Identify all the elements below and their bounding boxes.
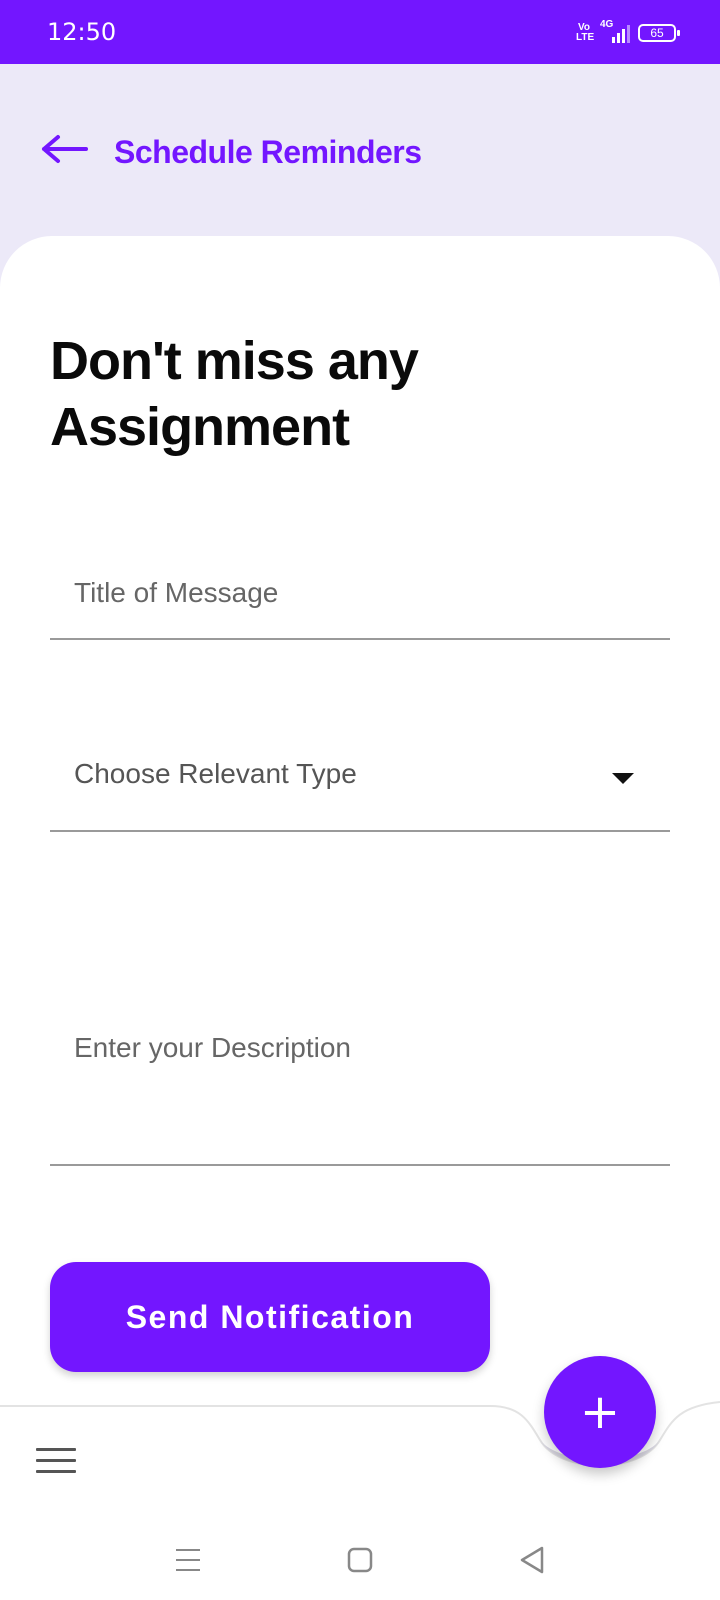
headline: Don't miss any Assignment — [50, 331, 419, 457]
recents-icon — [176, 1549, 200, 1571]
signal-icon: 4G — [600, 19, 630, 43]
battery-icon: 65 — [638, 24, 680, 42]
status-time: 12:50 — [47, 18, 117, 46]
app-bar: Schedule Reminders — [0, 64, 720, 234]
volte-icon: Vo LTE — [576, 22, 595, 43]
dropdown-caret-icon — [612, 773, 634, 784]
network-type: 4G — [600, 19, 614, 30]
add-fab-button[interactable]: + — [544, 1356, 656, 1468]
back-triangle-icon — [520, 1546, 544, 1574]
description-input[interactable] — [50, 1006, 670, 1162]
home-icon — [347, 1547, 373, 1573]
status-icons: Vo LTE 4G 65 — [576, 19, 680, 46]
title-field — [50, 548, 670, 640]
status-bar: 12:50 Vo LTE 4G 65 — [0, 0, 720, 64]
form-card: Don't miss any Assignment Choose Relevan… — [0, 236, 720, 1416]
type-dropdown[interactable]: Choose Relevant Type — [50, 736, 670, 832]
arrow-left-icon — [42, 135, 88, 163]
type-dropdown-value: Choose Relevant Type — [74, 758, 357, 789]
hamburger-menu-icon — [36, 1448, 76, 1451]
page-title: Schedule Reminders — [114, 134, 422, 170]
description-field — [50, 1006, 670, 1166]
back-button[interactable] — [40, 129, 92, 169]
system-back-button[interactable] — [512, 1540, 552, 1580]
system-nav-bar — [0, 1520, 720, 1600]
send-notification-button[interactable]: Send Notification — [50, 1262, 490, 1372]
home-button[interactable] — [340, 1540, 380, 1580]
recents-button[interactable] — [168, 1540, 208, 1580]
title-input[interactable] — [50, 548, 670, 638]
menu-button[interactable] — [36, 1448, 76, 1478]
